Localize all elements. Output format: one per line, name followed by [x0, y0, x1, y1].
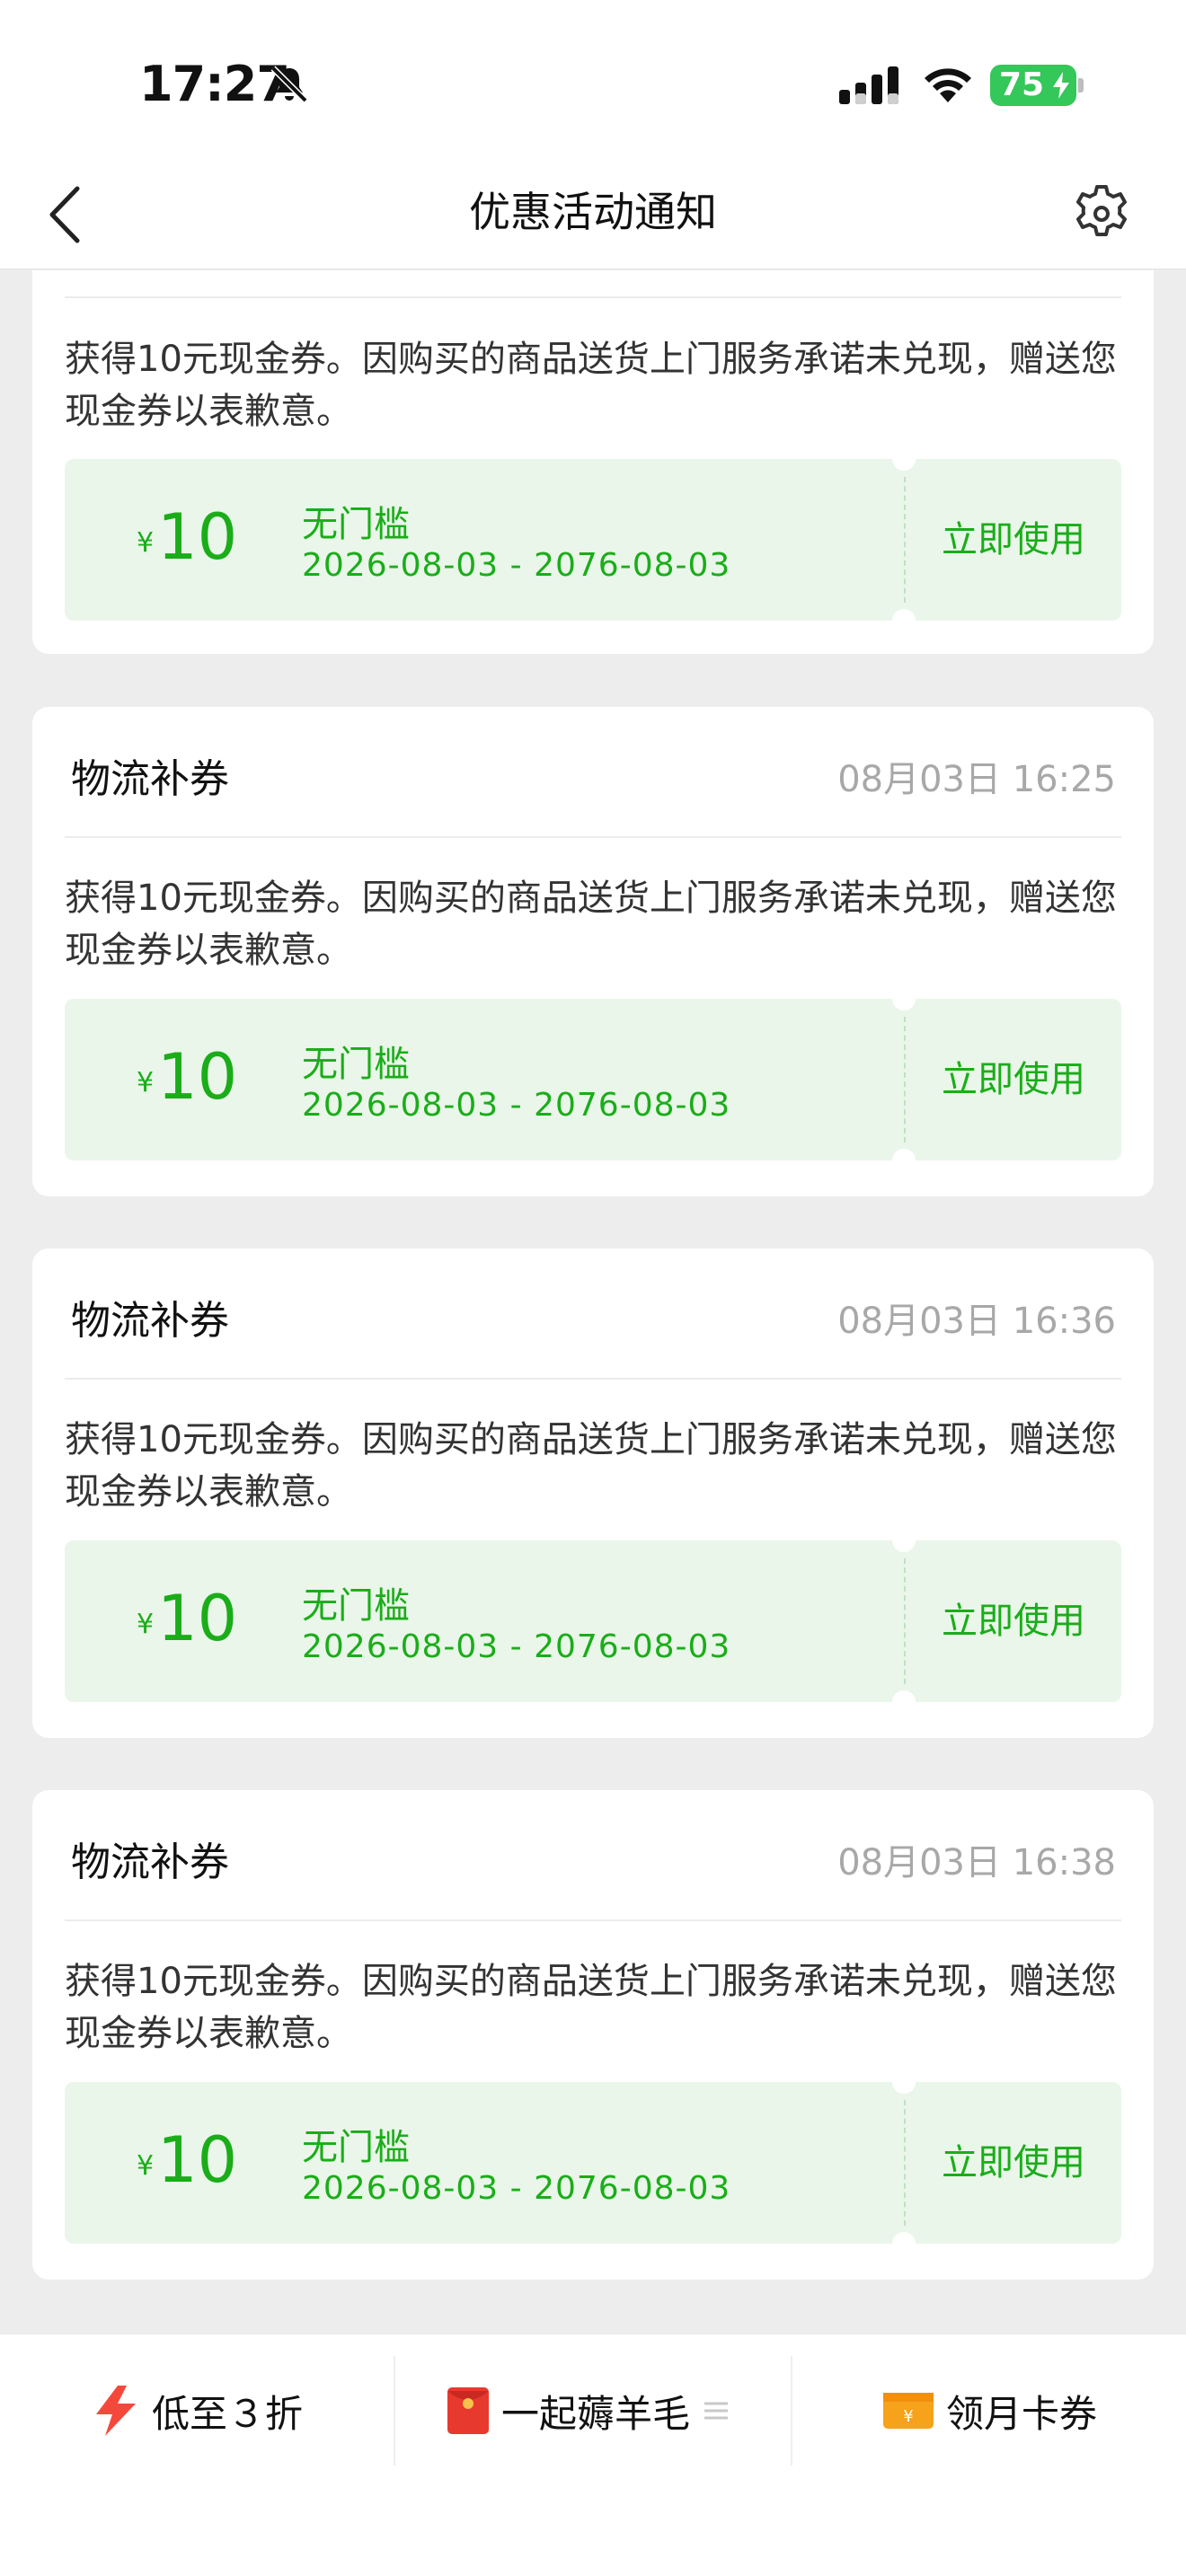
coupon-value: 10	[157, 500, 238, 574]
coupon-amount: ¥10	[137, 1582, 237, 1655]
card-title: 物流补券	[71, 1298, 229, 1344]
bolt-icon	[1053, 72, 1069, 99]
use-now-button[interactable]: 立即使用	[906, 1540, 1121, 1702]
card-title: 物流补券	[71, 1839, 229, 1885]
status-bar: 17:27 75	[0, 0, 1186, 162]
menu-item-group[interactable]: 一起薅羊毛	[395, 2334, 791, 2487]
lightning-icon	[95, 2386, 136, 2436]
card-divider	[65, 296, 1121, 298]
coupon-condition: 无门槛	[302, 1585, 410, 1627]
bottom-menu-bar: 低至３折 一起薅羊毛 ¥ 领月卡券	[0, 2333, 1186, 2576]
svg-text:¥: ¥	[903, 2407, 913, 2426]
card-description: 获得10元现金券。因购买的商品送货上门服务承诺未兑现，赠送您现金券以表歉意。	[65, 339, 1117, 432]
coupon-currency: ¥	[137, 1067, 155, 1098]
menu-item-discount[interactable]: 低至３折	[0, 2334, 394, 2487]
notification-card: 物流补券 08月03日 16:38 获得10元现金券。因购买的商品送货上门服务承…	[32, 1790, 1154, 2280]
menu-icon	[704, 2402, 728, 2420]
nav-bar: 优惠活动通知	[0, 162, 1186, 269]
notification-card: 物流补券 08月03日 16:25 获得10元现金券。因购买的商品送货上门服务承…	[32, 707, 1154, 1196]
coupon-info: ¥10 无门槛 2026-08-03 - 2076-08-03	[65, 1540, 900, 1702]
bell-slash-icon	[270, 66, 308, 103]
signal-icon	[839, 66, 898, 104]
page-title: 优惠活动通知	[469, 188, 717, 236]
coupon-validity: 2026-08-03 - 2076-08-03	[302, 547, 731, 584]
status-time: 17:27	[139, 56, 290, 112]
coupon: ¥10 无门槛 2026-08-03 - 2076-08-03 立即使用	[65, 2082, 1121, 2244]
red-envelope-icon	[447, 2387, 489, 2434]
coupon-validity: 2026-08-03 - 2076-08-03	[302, 1087, 731, 1124]
coupon-condition: 无门槛	[302, 504, 410, 545]
menu-item-label: 一起薅羊毛	[500, 2391, 690, 2436]
notification-card: 物流补券 08月03日 16:36 获得10元现金券。因购买的商品送货上门服务承…	[32, 1248, 1154, 1738]
coupon-condition: 无门槛	[302, 1044, 410, 1085]
coupon-validity: 2026-08-03 - 2076-08-03	[302, 2170, 731, 2207]
coupon: ¥10 无门槛 2026-08-03 - 2076-08-03 立即使用	[65, 459, 1121, 621]
use-now-button[interactable]: 立即使用	[906, 459, 1121, 621]
coupon-value: 10	[157, 1582, 238, 1655]
card-divider	[65, 836, 1121, 838]
card-divider	[65, 1919, 1121, 1921]
card-header: 物流补券 08月03日 16:25	[32, 707, 1154, 836]
card-timestamp: 08月03日 16:38	[837, 1842, 1116, 1883]
coupon: ¥10 无门槛 2026-08-03 - 2076-08-03 立即使用	[65, 1540, 1121, 1702]
coupon: ¥10 无门槛 2026-08-03 - 2076-08-03 立即使用	[65, 999, 1121, 1160]
coupon-currency: ¥	[137, 527, 155, 559]
coupon-info: ¥10 无门槛 2026-08-03 - 2076-08-03	[65, 999, 900, 1160]
card-coupon-icon: ¥	[882, 2393, 934, 2429]
battery-icon: 75	[990, 65, 1084, 106]
card-timestamp: 08月03日 16:25	[837, 759, 1116, 800]
coupon-value: 10	[157, 1040, 238, 1114]
use-now-button[interactable]: 立即使用	[906, 2082, 1121, 2244]
coupon-amount: ¥10	[137, 2123, 237, 2197]
card-description: 获得10元现金券。因购买的商品送货上门服务承诺未兑现，赠送您现金券以表歉意。	[65, 878, 1117, 971]
coupon-currency: ¥	[137, 1609, 155, 1640]
coupon-validity: 2026-08-03 - 2076-08-03	[302, 1628, 731, 1665]
notification-card: 获得10元现金券。因购买的商品送货上门服务承诺未兑现，赠送您现金券以表歉意。 ¥…	[32, 270, 1154, 654]
card-header: 物流补券 08月03日 16:36	[32, 1248, 1154, 1378]
card-divider	[65, 1378, 1121, 1380]
card-header: 物流补券 08月03日 16:38	[32, 1790, 1154, 1919]
wifi-icon	[925, 68, 971, 102]
use-now-button[interactable]: 立即使用	[906, 999, 1121, 1160]
coupon-value: 10	[157, 2123, 238, 2197]
card-description: 获得10元现金券。因购买的商品送货上门服务承诺未兑现，赠送您现金券以表歉意。	[65, 1419, 1117, 1513]
coupon-info: ¥10 无门槛 2026-08-03 - 2076-08-03	[65, 459, 900, 621]
coupon-info: ¥10 无门槛 2026-08-03 - 2076-08-03	[65, 2082, 900, 2244]
gear-icon[interactable]	[1069, 181, 1134, 246]
coupon-amount: ¥10	[137, 1040, 237, 1114]
coupon-amount: ¥10	[137, 500, 237, 574]
coupon-condition: 无门槛	[302, 2127, 410, 2168]
menu-item-label: 低至３折	[151, 2391, 303, 2436]
card-description: 获得10元现金券。因购买的商品送货上门服务承诺未兑现，赠送您现金券以表歉意。	[65, 1961, 1117, 2054]
battery-level: 75	[999, 66, 1045, 103]
menu-item-label: 领月卡券	[945, 2391, 1097, 2436]
menu-item-monthly-card[interactable]: ¥ 领月卡券	[792, 2334, 1186, 2487]
coupon-currency: ¥	[137, 2150, 155, 2182]
card-title: 物流补券	[71, 756, 229, 802]
message-list[interactable]: 获得10元现金券。因购买的商品送货上门服务承诺未兑现，赠送您现金券以表歉意。 ¥…	[0, 270, 1186, 2334]
card-timestamp: 08月03日 16:36	[837, 1301, 1116, 1342]
